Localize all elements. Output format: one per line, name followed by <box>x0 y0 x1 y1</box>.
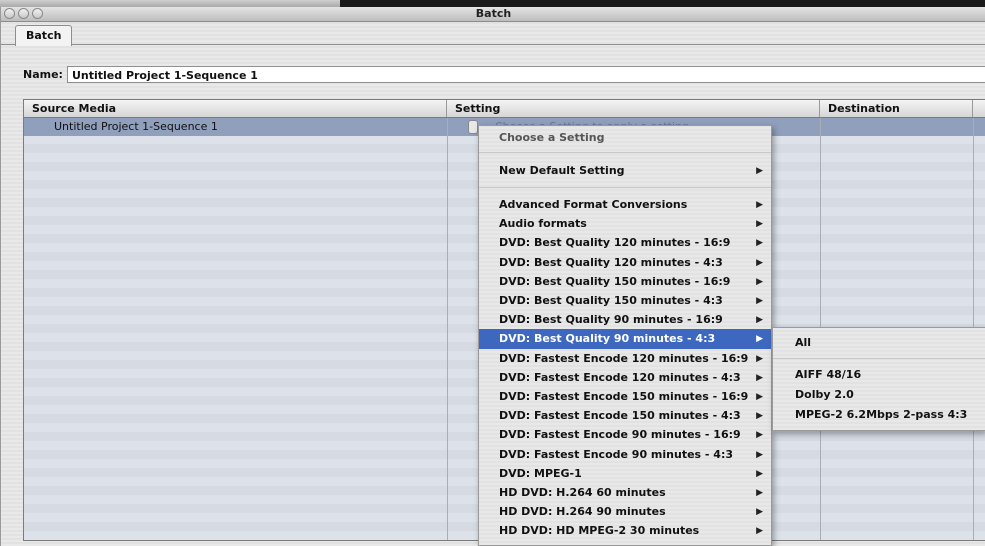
column-divider <box>447 118 448 540</box>
menu-item[interactable]: HD DVD: HD MPEG-2 30 minutes ▶ <box>479 521 771 541</box>
submenu-arrow-icon: ▶ <box>756 296 763 306</box>
submenu-arrow-icon: ▶ <box>756 449 763 460</box>
menu-item-label: DVD: Best Quality 150 minutes - 16:9 <box>499 274 731 288</box>
menu-item[interactable]: DVD: Fastest Encode 150 minutes - 4:3 ▶ <box>479 406 771 426</box>
settings-submenu: All AIFF 48/16 Dolby 2.0 MPEG-2 6.2Mbps … <box>772 327 985 431</box>
submenu-item-all[interactable]: All <box>773 334 985 352</box>
menu-item[interactable]: DVD: Fastest Encode 150 minutes - 16:9 ▶ <box>479 387 771 407</box>
menu-item[interactable]: HD DVD: H.264 60 minutes ▶ <box>479 483 771 503</box>
name-field[interactable]: Untitled Project 1-Sequence 1 <box>66 65 985 83</box>
menu-item[interactable]: DVD: Best Quality 90 minutes - 16:9 ▶ <box>479 310 771 330</box>
background-app-strip <box>0 0 985 7</box>
menu-item[interactable]: DVD: MPEG-1 ▶ <box>479 464 771 484</box>
menu-item[interactable]: DVD: Best Quality 90 minutes - 4:3 ▶ <box>479 329 771 350</box>
menu-header: Choose a Setting <box>499 131 605 144</box>
menu-item[interactable]: Advanced Format Conversions ▶ <box>479 195 771 215</box>
menu-item[interactable]: DVD: Best Quality 150 minutes - 16:9 ▶ <box>479 272 771 292</box>
menu-item[interactable]: DVD: Fastest Encode 90 minutes - 4:3 ▶ <box>479 445 771 465</box>
menu-item[interactable]: Audio formats ▶ <box>479 214 771 234</box>
tab-bar: Batch <box>1 22 985 46</box>
menu-item-label: New Default Setting <box>499 164 625 177</box>
menu-item-label: DVD: Best Quality 90 minutes - 4:3 <box>499 332 716 346</box>
menu-item-label: HD DVD: H.264 60 minutes <box>499 486 666 499</box>
menu-item-label: DVD: Fastest Encode 150 minutes - 16:9 <box>499 390 749 403</box>
name-row: Name: Untitled Project 1-Sequence 1 <box>23 65 985 83</box>
submenu-arrow-icon: ▶ <box>756 488 763 498</box>
menu-item-label: Advanced Format Conversions <box>499 198 688 211</box>
table-header: Source Media Setting Destination <box>24 100 985 118</box>
menu-item-label: HD DVD: HD MPEG-2 30 minutes <box>499 524 700 538</box>
setting-popup-arrows-icon[interactable] <box>468 120 478 134</box>
tab-batch[interactable]: Batch <box>15 25 73 46</box>
menu-item-label: DVD: Best Quality 150 minutes - 4:3 <box>499 294 723 307</box>
menu-item[interactable]: DVD: Best Quality 150 minutes - 4:3 ▶ <box>479 291 771 311</box>
submenu-arrow-icon: ▶ <box>756 334 763 345</box>
menu-item-label: DVD: Best Quality 90 minutes - 16:9 <box>499 313 723 327</box>
submenu-arrow-icon: ▶ <box>756 507 763 518</box>
submenu-arrow-icon: ▶ <box>756 430 763 441</box>
menu-item[interactable]: HD DVD: H.264 90 minutes ▶ <box>479 502 771 522</box>
menu-separator <box>479 152 771 153</box>
submenu-arrow-icon: ▶ <box>756 353 763 364</box>
submenu-arrow-icon: ▶ <box>756 238 763 249</box>
column-source-media[interactable]: Source Media <box>24 100 447 117</box>
menu-item-label: Audio formats <box>499 217 587 231</box>
menu-item-label: DVD: Fastest Encode 150 minutes - 4:3 <box>499 409 741 423</box>
menu-item[interactable]: DVD: Fastest Encode 90 minutes - 16:9 ▶ <box>479 425 771 445</box>
submenu-item-mpeg2[interactable]: MPEG-2 6.2Mbps 2-pass 4:3 <box>773 406 985 424</box>
submenu-arrow-icon: ▶ <box>756 468 763 479</box>
submenu-arrow-icon: ▶ <box>756 526 763 537</box>
submenu-arrow-icon: ▶ <box>756 315 763 326</box>
menu-item-label: DVD: Fastest Encode 120 minutes - 16:9 <box>499 351 749 365</box>
name-label: Name: <box>23 67 63 81</box>
submenu-arrow-icon: ▶ <box>756 166 763 176</box>
submenu-separator <box>773 358 985 359</box>
menu-item[interactable]: DVD: Best Quality 120 minutes - 16:9 ▶ <box>479 233 771 253</box>
menu-separator <box>479 187 771 188</box>
menu-item[interactable]: DVD: Fastest Encode 120 minutes - 16:9 ▶ <box>479 349 771 369</box>
menu-item-label: DVD: Fastest Encode 90 minutes - 16:9 <box>499 428 741 442</box>
submenu-arrow-icon: ▶ <box>756 200 763 210</box>
submenu-arrow-icon: ▶ <box>756 219 763 230</box>
column-setting[interactable]: Setting <box>447 100 820 117</box>
menu-item[interactable]: DVD: Best Quality 120 minutes - 4:3 ▶ <box>479 253 771 273</box>
menu-item-label: DVD: Fastest Encode 120 minutes - 4:3 <box>499 370 741 384</box>
submenu-arrow-icon: ▶ <box>756 411 763 422</box>
menu-item-label: DVD: Best Quality 120 minutes - 4:3 <box>499 255 723 269</box>
submenu-arrow-icon: ▶ <box>756 392 763 402</box>
column-destination[interactable]: Destination <box>820 100 973 117</box>
source-media-cell: Untitled Project 1-Sequence 1 <box>54 120 218 133</box>
submenu-item-aiff[interactable]: AIFF 48/16 <box>773 366 985 384</box>
submenu-arrow-icon: ▶ <box>756 276 763 287</box>
submenu-arrow-icon: ▶ <box>756 372 763 383</box>
menu-item-label: DVD: Fastest Encode 90 minutes - 4:3 <box>499 447 734 461</box>
menu-item-label: DVD: MPEG-1 <box>499 466 582 480</box>
settings-menu: Choose a Setting New Default Setting ▶ A… <box>478 125 772 546</box>
submenu-arrow-icon: ▶ <box>756 257 763 268</box>
menu-item-label: DVD: Best Quality 120 minutes - 16:9 <box>499 236 731 250</box>
window-title: Batch <box>475 7 512 20</box>
title-bar: Batch <box>1 7 985 22</box>
menu-item[interactable]: DVD: Fastest Encode 120 minutes - 4:3 ▶ <box>479 368 771 388</box>
submenu-item-dolby[interactable]: Dolby 2.0 <box>773 386 985 404</box>
menu-item-new-default-setting[interactable]: New Default Setting ▶ <box>479 161 771 181</box>
menu-item-label: HD DVD: H.264 90 minutes <box>499 505 666 519</box>
